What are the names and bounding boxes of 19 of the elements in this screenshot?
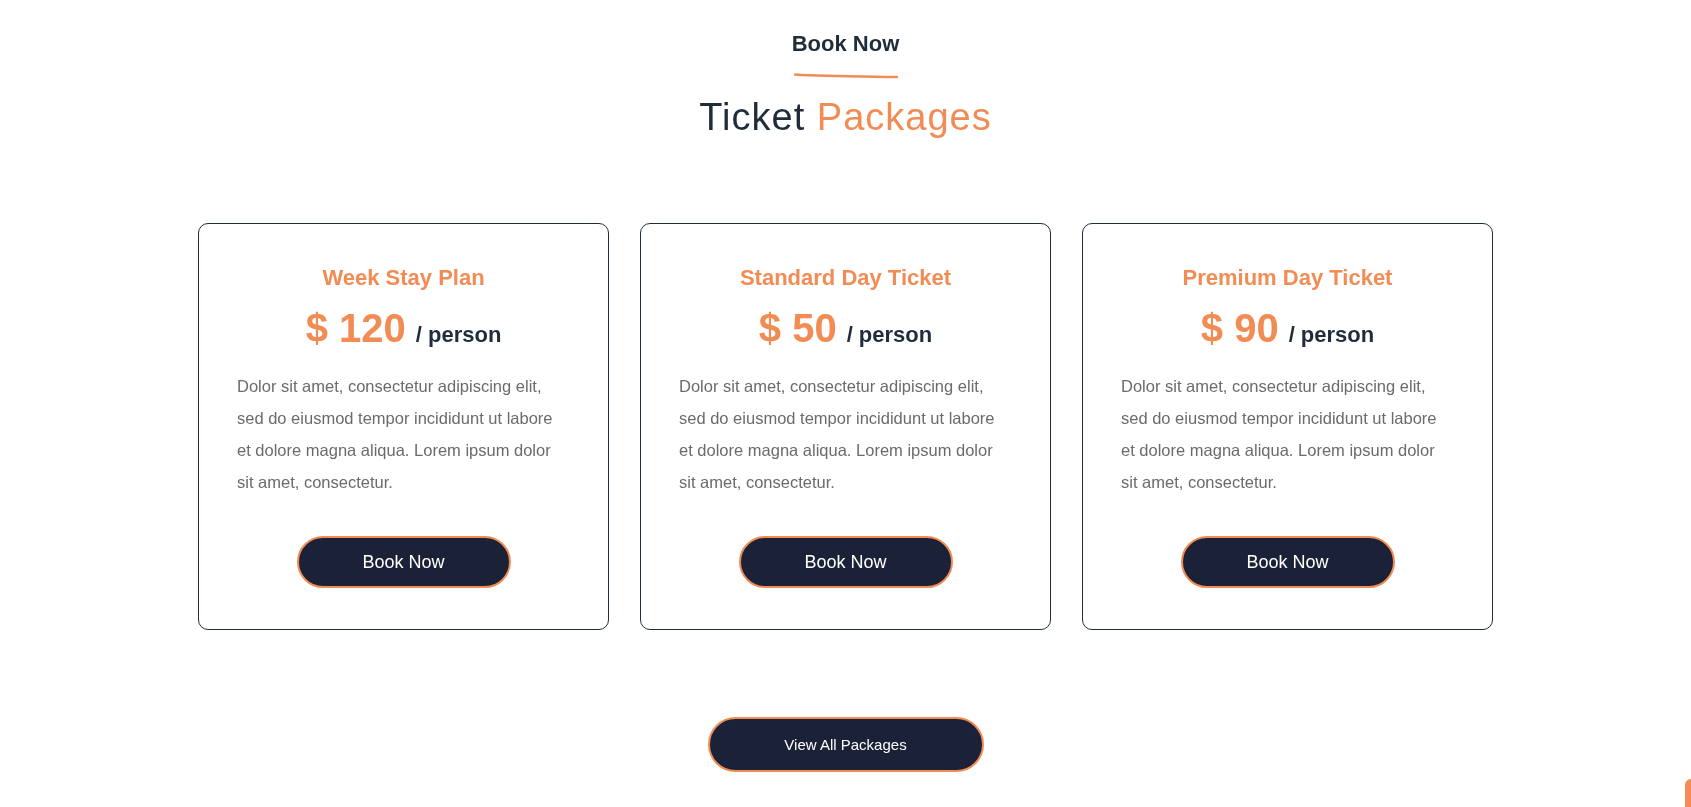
floating-button[interactable] <box>1685 779 1691 807</box>
book-now-button[interactable]: Book Now <box>738 536 953 588</box>
price-amount: $ 50 <box>758 305 837 352</box>
price-unit: / person <box>415 321 502 349</box>
price-amount: $ 120 <box>305 305 406 352</box>
price-unit: / person <box>846 321 933 349</box>
book-now-button[interactable]: Book Now <box>1180 536 1395 588</box>
package-description: Dolor sit amet, consectetur adipiscing elit, sed do eiusmod tempor incididunt ut labore et dolore magna aliqua. Lorem ipsum dolor sit amet, consectetur. <box>679 376 996 493</box>
view-all-button[interactable]: View All Packages <box>707 717 984 772</box>
package-name: Premium Day Ticket <box>1182 264 1393 292</box>
book-now-button[interactable]: Book Now <box>296 536 511 588</box>
price-amount: $ 90 <box>1200 305 1279 352</box>
section-title: Ticket Packages <box>699 95 992 140</box>
package-description: Dolor sit amet, consectetur adipiscing elit, sed do eiusmod tempor incididunt ut labore et dolore magna aliqua. Lorem ipsum dolor sit amet, consectetur. <box>237 376 554 493</box>
price-unit: / person <box>1288 321 1375 349</box>
package-name: Standard Day Ticket <box>739 264 952 292</box>
section-eyebrow: Book Now <box>791 30 900 58</box>
package-name: Week Stay Plan <box>322 264 485 292</box>
package-description: Dolor sit amet, consectetur adipiscing elit, sed do eiusmod tempor incididunt ut labore et dolore magna aliqua. Lorem ipsum dolor sit amet, consectetur. <box>1121 376 1438 493</box>
